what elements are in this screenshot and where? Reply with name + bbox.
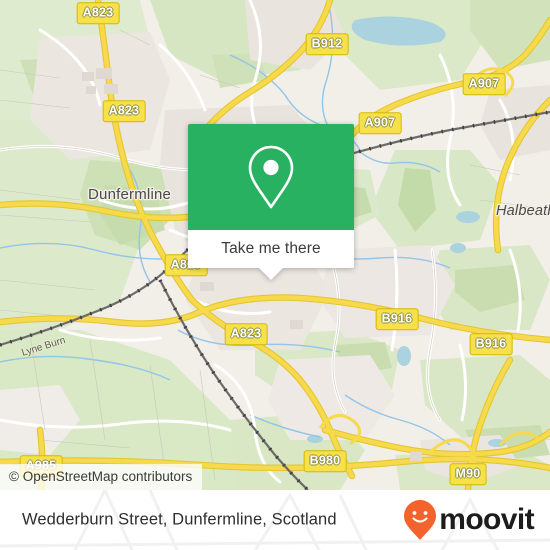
moovit-smiley-pin-icon xyxy=(404,500,437,540)
moovit-map-screen: Dunfermline Halbeath Lyne Burn A823 B912… xyxy=(0,0,550,550)
take-me-there-label: Take me there xyxy=(221,240,321,257)
road-shield-a907-east: A907 xyxy=(462,73,506,95)
road-shield-b912: B912 xyxy=(305,33,349,55)
road-shield-b980: B980 xyxy=(303,450,347,472)
osm-attribution[interactable]: © OpenStreetMap contributors xyxy=(0,464,203,490)
map-pin-icon xyxy=(248,145,294,209)
moovit-wordmark: moovit xyxy=(439,503,534,536)
road-shield-b916-west: B916 xyxy=(375,308,419,330)
footer-bar: Wedderburn Street, Dunfermline, Scotland… xyxy=(0,490,550,550)
destination-popup[interactable]: Take me there xyxy=(188,124,354,280)
road-shield-a823-mid: A823 xyxy=(102,100,146,122)
map-canvas[interactable]: Dunfermline Halbeath Lyne Burn A823 B912… xyxy=(0,0,550,490)
popup-pointer-tail xyxy=(258,267,284,280)
road-shield-a823-north: A823 xyxy=(76,2,120,24)
location-title: Wedderburn Street, Dunfermline, Scotland xyxy=(22,510,337,529)
road-shield-b916-east: B916 xyxy=(469,333,513,355)
moovit-brand[interactable]: moovit xyxy=(403,499,535,541)
road-shield-a907-west: A907 xyxy=(358,112,402,134)
popup-marker-panel xyxy=(188,124,354,230)
popup-action-bar[interactable]: Take me there xyxy=(188,230,354,280)
road-shield-m90: M90 xyxy=(449,463,487,485)
road-shield-a823-south: A823 xyxy=(224,323,268,345)
